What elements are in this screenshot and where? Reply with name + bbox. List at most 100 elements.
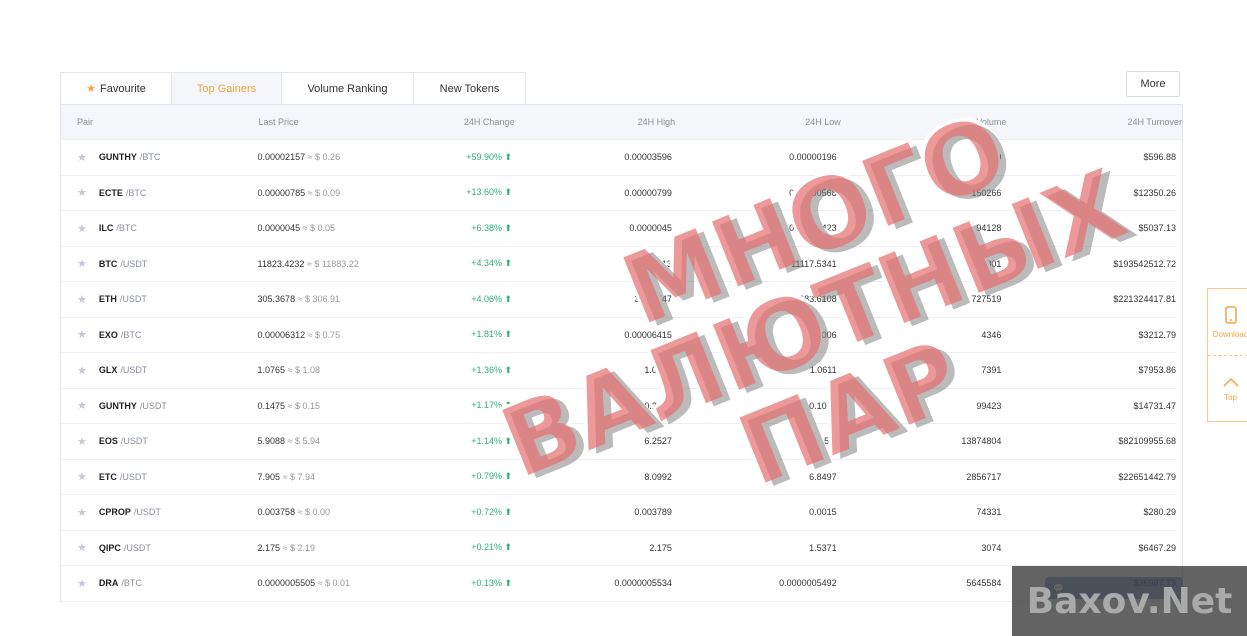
side-widget: Download Top <box>1207 288 1247 422</box>
arrow-up-icon: ⬆ <box>504 400 513 411</box>
arrow-up-icon: ⬆ <box>504 577 513 588</box>
pair-base: DRA <box>98 578 119 589</box>
tab-label: Volume Ranking <box>307 82 388 95</box>
last-price: 5.9088 <box>257 436 286 447</box>
table-row[interactable]: ★ GUNTHY/BTC 0.00002157 ≈ $ 0.26 +59.90% … <box>61 140 1176 176</box>
favourite-star-icon[interactable]: ★ <box>77 151 87 164</box>
turnover-value: $12350.26 <box>1133 187 1176 198</box>
table-row[interactable]: ★ CPROP/USDT 0.003758 ≈ $ 0.00 +0.72% ⬆ 0… <box>61 495 1176 531</box>
change-value: +4.06% <box>471 293 502 304</box>
table-row[interactable]: ★ EXO/BTC 0.00006312 ≈ $ 0.75 +1.81% ⬆ 0.… <box>61 318 1176 353</box>
change-value: +0.13% <box>471 577 502 588</box>
low-value: 0.00006 <box>804 329 837 340</box>
favourite-star-icon[interactable]: ★ <box>77 577 87 590</box>
col-turnover[interactable]: 24H Turnover <box>1006 117 1182 127</box>
table-row[interactable]: ★ BTC/USDT 11823.4232 ≈ $ 11883.22 +4.34%… <box>61 247 1176 282</box>
col-low[interactable]: 24H Low <box>675 117 841 127</box>
table-row[interactable]: ★ EOS/USDT 5.9088 ≈ $ 5.94 +1.14% ⬆ 6.252… <box>61 424 1176 460</box>
turnover-value: $596.88 <box>1143 152 1176 163</box>
high-value: 11930.1813 <box>624 258 672 269</box>
arrow-up-icon: ⬆ <box>504 329 513 340</box>
table-row[interactable]: ★ ILC/BTC 0.0000045 ≈ $ 0.05 +6.38% ⬆ 0.0… <box>61 211 1176 247</box>
market-table: Pair Last Price 24H Change 24H High 24H … <box>60 104 1183 602</box>
volume-value: 74331 <box>976 507 1002 518</box>
table-row[interactable]: ★ ETC/USDT 7.905 ≈ $ 7.94 +0.79% ⬆ 8.0992… <box>61 460 1176 495</box>
pair-quote: /BTC <box>125 187 147 198</box>
table-row[interactable]: ★ QIPC/USDT 2.175 ≈ $ 2.19 +0.21% ⬆ 2.175… <box>61 531 1176 566</box>
high-value: 8.0992 <box>644 471 672 482</box>
pair-base: EXO <box>98 329 118 340</box>
high-value: 0.0000005534 <box>614 578 672 589</box>
favourite-star-icon[interactable]: ★ <box>77 328 87 341</box>
favourite-star-icon[interactable]: ★ <box>77 399 87 412</box>
arrow-up-icon: ⬆ <box>504 293 513 304</box>
turnover-value: $6467.29 <box>1138 542 1176 553</box>
turnover-value: $280.29 <box>1143 507 1176 518</box>
table-row[interactable]: ★ GUNTHY/USDT 0.1475 ≈ $ 0.15 +1.17% ⬆ 0.… <box>61 389 1176 424</box>
table-row[interactable]: ★ GLX/USDT 1.0765 ≈ $ 1.08 +1.36% ⬆ 1.078… <box>61 353 1176 389</box>
pair-base: GUNTHY <box>98 152 137 163</box>
usd-price: ≈ $ 306.91 <box>297 294 341 305</box>
table-row[interactable]: ★ ETH/USDT 305.3678 ≈ $ 306.91 +4.06% ⬆ 3… <box>61 282 1176 318</box>
table-row[interactable]: ★ DRA/BTC 0.0000005505 ≈ $ 0.01 +0.13% ⬆ … <box>61 566 1176 602</box>
table-row[interactable]: ★ ECTE/BTC 0.00000785 ≈ $ 0.09 +13.60% ⬆ … <box>61 176 1176 211</box>
favourite-star-icon[interactable]: ★ <box>77 364 87 377</box>
col-pair[interactable]: Pair <box>61 117 259 127</box>
low-value: 0.1075 <box>809 400 837 411</box>
top-label: Top <box>1224 392 1237 402</box>
col-last-price[interactable]: Last Price <box>259 117 418 127</box>
pair-base: EOS <box>98 436 118 447</box>
high-value: 0.00000799 <box>624 187 672 198</box>
favourite-star-icon[interactable]: ★ <box>77 470 87 483</box>
change-value: +1.81% <box>471 329 502 340</box>
volume-value: 5645584 <box>966 578 1002 589</box>
pair-base: BTC <box>98 258 118 269</box>
col-volume[interactable]: 24H Volume <box>841 117 1006 127</box>
turnover-value: $3212.79 <box>1138 329 1176 340</box>
usd-price: ≈ $ 5.94 <box>287 436 321 447</box>
change-value: +6.38% <box>471 222 502 233</box>
last-price: 305.3678 <box>257 294 296 305</box>
volume-value: 16801 <box>976 258 1002 269</box>
usd-price: ≈ $ 0.01 <box>317 578 351 589</box>
back-to-top-button[interactable]: Top <box>1208 355 1247 422</box>
favourite-star-icon[interactable]: ★ <box>77 257 87 270</box>
favourite-star-icon[interactable]: ★ <box>77 222 87 235</box>
col-change[interactable]: 24H Change <box>417 117 515 127</box>
favourite-star-icon[interactable]: ★ <box>77 506 87 519</box>
low-value: 5.5 <box>824 436 837 447</box>
change-value: +0.21% <box>471 542 502 553</box>
change-value: +1.14% <box>471 435 502 446</box>
tab-top-gainers[interactable]: Top Gainers <box>171 72 282 104</box>
tab-new-tokens[interactable]: New Tokens <box>413 72 526 104</box>
low-value: 0.00000196 <box>789 152 837 163</box>
favourite-star-icon[interactable]: ★ <box>77 541 87 554</box>
last-price: 0.003758 <box>257 507 296 518</box>
arrow-up-icon: ⬆ <box>504 471 513 482</box>
low-value: 0.00000423 <box>789 223 837 234</box>
more-button[interactable]: More <box>1126 71 1180 97</box>
last-price: 0.00006312 <box>257 329 306 340</box>
usd-price: ≈ $ 0.05 <box>302 223 336 234</box>
low-value: 11117.5341 <box>791 258 837 269</box>
download-button[interactable]: Download <box>1208 289 1247 355</box>
favourite-star-icon[interactable]: ★ <box>77 293 87 306</box>
arrow-up-icon: ⬆ <box>504 364 513 375</box>
change-value: +59.90% <box>466 151 502 162</box>
pair-base: CPROP <box>98 507 131 518</box>
volume-value: 13874804 <box>961 436 1002 447</box>
turnover-value: $221324417.81 <box>1113 294 1176 305</box>
arrow-up-icon: ⬆ <box>504 187 513 198</box>
favourite-star-icon[interactable]: ★ <box>77 435 87 448</box>
pair-base: ETH <box>98 294 117 305</box>
low-value: 1.0611 <box>809 365 837 376</box>
arrow-up-icon: ⬆ <box>504 435 513 446</box>
col-high[interactable]: 24H High <box>514 117 676 127</box>
pair-quote: /BTC <box>121 578 142 589</box>
table-header: Pair Last Price 24H Change 24H High 24H … <box>61 105 1182 140</box>
tab-favourite[interactable]: ★ Favourite <box>60 72 172 104</box>
volume-value: 727519 <box>971 294 1002 305</box>
low-value: 0.0000005492 <box>779 578 837 589</box>
favourite-star-icon[interactable]: ★ <box>77 186 87 199</box>
tab-volume-ranking[interactable]: Volume Ranking <box>281 72 414 104</box>
